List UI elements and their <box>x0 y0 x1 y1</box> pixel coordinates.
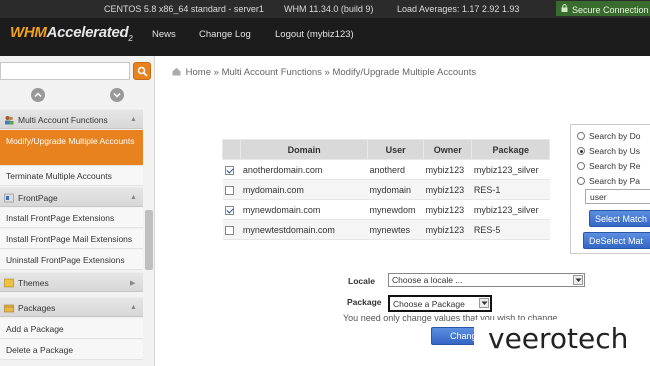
sidebar-item-install-frontpage[interactable]: Install FrontPage Extensions <box>0 208 143 228</box>
cell-user: mynewtes <box>367 219 424 240</box>
search-by-package-option[interactable]: Search by Pa <box>577 176 640 186</box>
deselect-matching-button[interactable]: DeSelect Mat <box>583 232 650 249</box>
row-checkbox[interactable] <box>224 225 234 235</box>
package-label: Package <box>347 297 382 307</box>
whm-version: WHM 11.34.0 (build 9) <box>284 4 374 14</box>
cell-domain: mynewdomain.com <box>240 199 368 220</box>
breadcrumb-home[interactable]: Home <box>186 67 211 78</box>
nav-news[interactable]: News <box>152 29 176 40</box>
package-select[interactable]: Choose a Package <box>388 295 492 312</box>
chevron-down-icon <box>113 92 121 98</box>
table-row: mynewtestdomain.com mynewtes mybiz123 RE… <box>222 219 550 240</box>
nav-logout[interactable]: Logout (mybiz123) <box>275 29 354 40</box>
row-checkbox[interactable] <box>224 205 234 215</box>
chevron-up-icon <box>34 92 42 98</box>
table-row: anotherdomain.com anotherd mybiz123 mybi… <box>222 159 550 180</box>
breadcrumb-current: Modify/Upgrade Multiple Accounts <box>332 67 477 78</box>
collapse-arrow-icon: ▲ <box>130 194 137 201</box>
cell-domain: mydomain.com <box>240 179 368 200</box>
table-header-row: Domain User Owner Package <box>221 139 550 160</box>
people-icon <box>5 116 14 125</box>
veerotech-watermark: veerotech <box>474 320 646 359</box>
sidebar: Multi Account Functions ▲ Modify/Upgrade… <box>0 56 155 366</box>
column-header-user: User <box>367 139 425 160</box>
sidebar-section-packages[interactable]: Packages ▲ <box>0 297 143 317</box>
status-bar: CENTOS 5.8 x86_64 standard - server1 WHM… <box>0 0 650 18</box>
frontpage-icon <box>4 193 14 203</box>
cell-owner: mybiz123 <box>423 179 472 200</box>
cell-user: anotherd <box>367 159 424 180</box>
dropdown-arrow-icon <box>573 275 583 285</box>
accounts-table: Domain User Owner Package anotherdomain.… <box>221 139 550 240</box>
search-by-reseller-option[interactable]: Search by Re <box>577 161 641 171</box>
cell-domain: mynewtestdomain.com <box>240 219 368 240</box>
radio-button[interactable] <box>577 162 585 170</box>
table-row: mynewdomain.com mynewdom mybiz123 mybiz1… <box>222 199 550 220</box>
server-info: CENTOS 5.8 x86_64 standard - server1 <box>104 4 264 14</box>
search-button[interactable] <box>133 62 151 80</box>
search-by-domain-option[interactable]: Search by Do <box>577 131 641 141</box>
cell-package: mybiz123_silver <box>471 159 550 180</box>
cell-package: mybiz123_silver <box>471 199 550 220</box>
sidebar-item-modify-upgrade[interactable]: Modify/Upgrade Multiple Accounts <box>0 130 143 166</box>
dropdown-arrow-icon <box>479 298 489 308</box>
search-options-panel: Search by Do Search by Us Search by Re S… <box>570 124 650 254</box>
sidebar-section-themes[interactable]: Themes ▶ <box>0 272 143 292</box>
collapse-arrow-icon: ▲ <box>130 304 137 311</box>
column-header-package: Package <box>471 139 550 160</box>
sidebar-search-input[interactable] <box>0 62 130 80</box>
sidebar-section-multi-account[interactable]: Multi Account Functions ▲ <box>0 109 143 129</box>
cell-package: RES-5 <box>471 219 550 240</box>
scroll-down-button[interactable] <box>110 88 124 102</box>
sidebar-item-uninstall-frontpage[interactable]: Uninstall FrontPage Extensions <box>0 250 143 270</box>
search-query-input[interactable]: user <box>585 189 650 204</box>
cell-owner: mybiz123 <box>423 199 472 220</box>
select-matching-button[interactable]: Select Match <box>589 210 650 227</box>
locale-select[interactable]: Choose a locale ... <box>388 273 585 287</box>
scroll-up-button[interactable] <box>31 88 45 102</box>
nav-change-log[interactable]: Change Log <box>199 29 251 40</box>
cell-user: mydomain <box>367 179 424 200</box>
column-header-domain: Domain <box>240 139 369 160</box>
collapse-arrow-icon: ▲ <box>130 116 137 123</box>
sidebar-section-frontpage[interactable]: FrontPage ▲ <box>0 187 143 207</box>
search-icon <box>137 66 148 77</box>
load-averages: Load Averages: 1.17 2.92 1.93 <box>397 4 520 14</box>
radio-button[interactable] <box>577 177 585 185</box>
lock-icon <box>561 4 568 12</box>
row-checkbox[interactable] <box>224 185 234 195</box>
cell-package: RES-1 <box>471 179 550 200</box>
locale-label: Locale <box>348 276 375 286</box>
row-checkbox[interactable] <box>224 165 234 175</box>
breadcrumb-multi-account[interactable]: Multi Account Functions <box>222 67 322 78</box>
cell-owner: mybiz123 <box>423 219 472 240</box>
table-row: mydomain.com mydomain mybiz123 RES-1 <box>222 179 550 200</box>
sidebar-item-terminate-multiple[interactable]: Terminate Multiple Accounts <box>0 166 143 186</box>
sidebar-scrollbar[interactable] <box>145 210 153 270</box>
secure-connection-badge: Secure Connection <box>556 1 650 16</box>
sidebar-item-add-package[interactable]: Add a Package <box>0 319 143 339</box>
secure-connection-label: Secure Connection <box>572 5 649 15</box>
cell-domain: anotherdomain.com <box>240 159 368 180</box>
column-header-owner: Owner <box>423 139 473 160</box>
expand-arrow-icon: ▶ <box>130 280 136 287</box>
column-header-select <box>221 139 242 160</box>
sidebar-item-delete-package[interactable]: Delete a Package <box>0 340 143 360</box>
home-icon <box>172 67 181 76</box>
top-header: WHMAccelerated2 News Change Log Logout (… <box>0 18 650 56</box>
radio-button[interactable] <box>577 132 585 140</box>
search-by-user-option[interactable]: Search by Us <box>577 146 640 156</box>
breadcrumb: Home » Multi Account Functions » Modify/… <box>172 67 476 78</box>
cell-user: mynewdom <box>367 199 424 220</box>
themes-icon <box>4 278 14 288</box>
sidebar-scroll-controls <box>0 85 155 105</box>
radio-button[interactable] <box>577 147 585 155</box>
cell-owner: mybiz123 <box>423 159 472 180</box>
packages-icon <box>4 304 14 313</box>
sidebar-search <box>0 60 155 82</box>
sidebar-item-install-frontpage-mail[interactable]: Install FrontPage Mail Extensions <box>0 229 143 249</box>
whm-logo[interactable]: WHMAccelerated2 <box>10 24 133 43</box>
